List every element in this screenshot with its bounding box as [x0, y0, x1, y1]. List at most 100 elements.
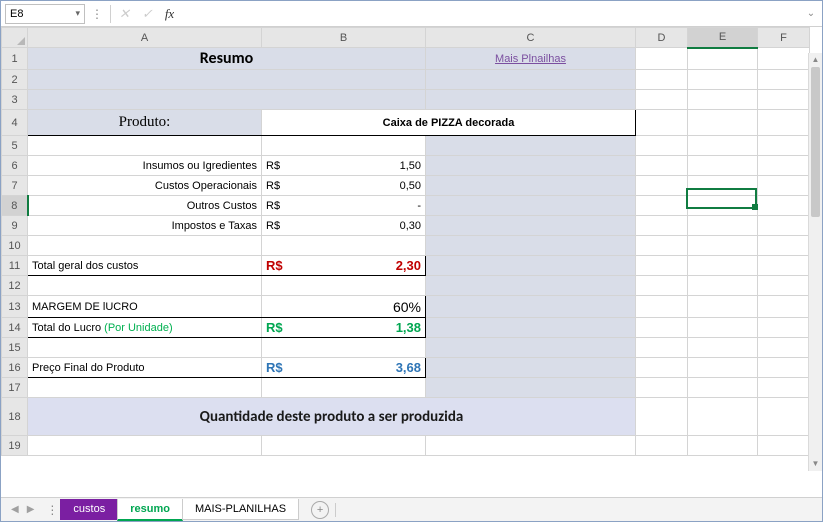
- cell-E9[interactable]: [688, 216, 758, 236]
- vertical-scrollbar[interactable]: ▲ ▼: [808, 53, 822, 471]
- tab-nav-next-icon[interactable]: ▶: [27, 504, 35, 515]
- column-header-D[interactable]: D: [636, 28, 688, 48]
- insert-function-button[interactable]: fx: [161, 6, 178, 22]
- cell-C3[interactable]: [426, 90, 636, 110]
- cell-B8[interactable]: R$-: [262, 196, 426, 216]
- row-header-11[interactable]: 11: [2, 256, 28, 276]
- row-header-15[interactable]: 15: [2, 338, 28, 358]
- row-header-17[interactable]: 17: [2, 378, 28, 398]
- cell-D2[interactable]: [636, 70, 688, 90]
- cell-A11[interactable]: Total geral dos custos: [28, 256, 262, 276]
- cell-D5[interactable]: [636, 136, 688, 156]
- row-header-5[interactable]: 5: [2, 136, 28, 156]
- cell-E14[interactable]: [688, 318, 758, 338]
- cell-C19[interactable]: [426, 436, 636, 456]
- cell-A13[interactable]: MARGEM DE lUCRO: [28, 296, 262, 318]
- row-header-16[interactable]: 16: [2, 358, 28, 378]
- cell-D6[interactable]: [636, 156, 688, 176]
- cell-D18[interactable]: [636, 398, 688, 436]
- cell-A9[interactable]: Impostos e Taxas: [28, 216, 262, 236]
- expand-formula-bar-icon[interactable]: ⌄: [804, 8, 818, 19]
- cell-C15[interactable]: [426, 338, 636, 358]
- cell-E3[interactable]: [688, 90, 758, 110]
- scroll-down-arrow-icon[interactable]: ▼: [809, 457, 822, 471]
- cell-D12[interactable]: [636, 276, 688, 296]
- cell-A15[interactable]: [28, 338, 262, 358]
- row-header-13[interactable]: 13: [2, 296, 28, 318]
- cell-F16[interactable]: [758, 358, 810, 378]
- tab-divider-handle[interactable]: ⋮: [44, 503, 61, 517]
- cell-D11[interactable]: [636, 256, 688, 276]
- cell-B15[interactable]: [262, 338, 426, 358]
- cell-E13[interactable]: [688, 296, 758, 318]
- cell-C12[interactable]: [426, 276, 636, 296]
- cell-D9[interactable]: [636, 216, 688, 236]
- cell-C17[interactable]: [426, 378, 636, 398]
- cell-F1[interactable]: [758, 48, 810, 70]
- cell-F13[interactable]: [758, 296, 810, 318]
- row-header-18[interactable]: 18: [2, 398, 28, 436]
- cell-B19[interactable]: [262, 436, 426, 456]
- cell-F14[interactable]: [758, 318, 810, 338]
- cell-E18[interactable]: [688, 398, 758, 436]
- name-box[interactable]: E8 ▾: [5, 4, 85, 24]
- column-header-E[interactable]: E: [688, 28, 758, 48]
- cell-E11[interactable]: [688, 256, 758, 276]
- cell-B14[interactable]: R$1,38: [262, 318, 426, 338]
- cell-A1[interactable]: Resumo: [28, 48, 426, 70]
- cell-C13[interactable]: [426, 296, 636, 318]
- cell-B13[interactable]: 60%: [262, 296, 426, 318]
- cell-A17[interactable]: [28, 378, 262, 398]
- cell-E1[interactable]: [688, 48, 758, 70]
- tab-navigation[interactable]: ◀ ▶: [1, 504, 44, 515]
- mais-planilhas-link[interactable]: Mais Plnailhas: [495, 53, 566, 65]
- cell-A16[interactable]: Preço Final do Produto: [28, 358, 262, 378]
- cell-B7[interactable]: R$0,50: [262, 176, 426, 196]
- cell-E7[interactable]: [688, 176, 758, 196]
- cell-F2[interactable]: [758, 70, 810, 90]
- sheet-tab-resumo[interactable]: resumo: [117, 499, 183, 521]
- cell-C2[interactable]: [426, 70, 636, 90]
- cell-F4[interactable]: [758, 110, 810, 136]
- sheet-tab-mais-planilhas[interactable]: MAIS-PLANILHAS: [182, 499, 299, 520]
- cell-D14[interactable]: [636, 318, 688, 338]
- cell-F18[interactable]: [758, 398, 810, 436]
- cell-C8[interactable]: [426, 196, 636, 216]
- column-header-F[interactable]: F: [758, 28, 810, 48]
- column-header-A[interactable]: A: [28, 28, 262, 48]
- cell-E2[interactable]: [688, 70, 758, 90]
- cell-C6[interactable]: [426, 156, 636, 176]
- row-header-1[interactable]: 1: [2, 48, 28, 70]
- cell-F5[interactable]: [758, 136, 810, 156]
- add-sheet-button[interactable]: +: [311, 501, 329, 519]
- cell-B17[interactable]: [262, 378, 426, 398]
- cell-D16[interactable]: [636, 358, 688, 378]
- row-header-2[interactable]: 2: [2, 70, 28, 90]
- column-header-B[interactable]: B: [262, 28, 426, 48]
- row-header-12[interactable]: 12: [2, 276, 28, 296]
- cell-E16[interactable]: [688, 358, 758, 378]
- row-header-3[interactable]: 3: [2, 90, 28, 110]
- spreadsheet-grid[interactable]: ABCDEF 1ResumoMais Plnailhas234Produto:C…: [1, 27, 822, 495]
- cell-C16[interactable]: [426, 358, 636, 378]
- sheet-tab-custos[interactable]: custos: [60, 499, 118, 520]
- cell-C1[interactable]: Mais Plnailhas: [426, 48, 636, 70]
- cell-A7[interactable]: Custos Operacionais: [28, 176, 262, 196]
- cell-E19[interactable]: [688, 436, 758, 456]
- cell-F7[interactable]: [758, 176, 810, 196]
- cell-A4[interactable]: Produto:: [28, 110, 262, 136]
- cell-D10[interactable]: [636, 236, 688, 256]
- cell-A2[interactable]: [28, 70, 426, 90]
- cell-A5[interactable]: [28, 136, 262, 156]
- cell-F15[interactable]: [758, 338, 810, 358]
- scrollbar-thumb[interactable]: [811, 67, 820, 217]
- cell-E8[interactable]: [688, 196, 758, 216]
- cell-F17[interactable]: [758, 378, 810, 398]
- cell-E12[interactable]: [688, 276, 758, 296]
- cell-D1[interactable]: [636, 48, 688, 70]
- cell-E17[interactable]: [688, 378, 758, 398]
- cell-D4[interactable]: [636, 110, 688, 136]
- cell-C9[interactable]: [426, 216, 636, 236]
- cell-F6[interactable]: [758, 156, 810, 176]
- cell-D8[interactable]: [636, 196, 688, 216]
